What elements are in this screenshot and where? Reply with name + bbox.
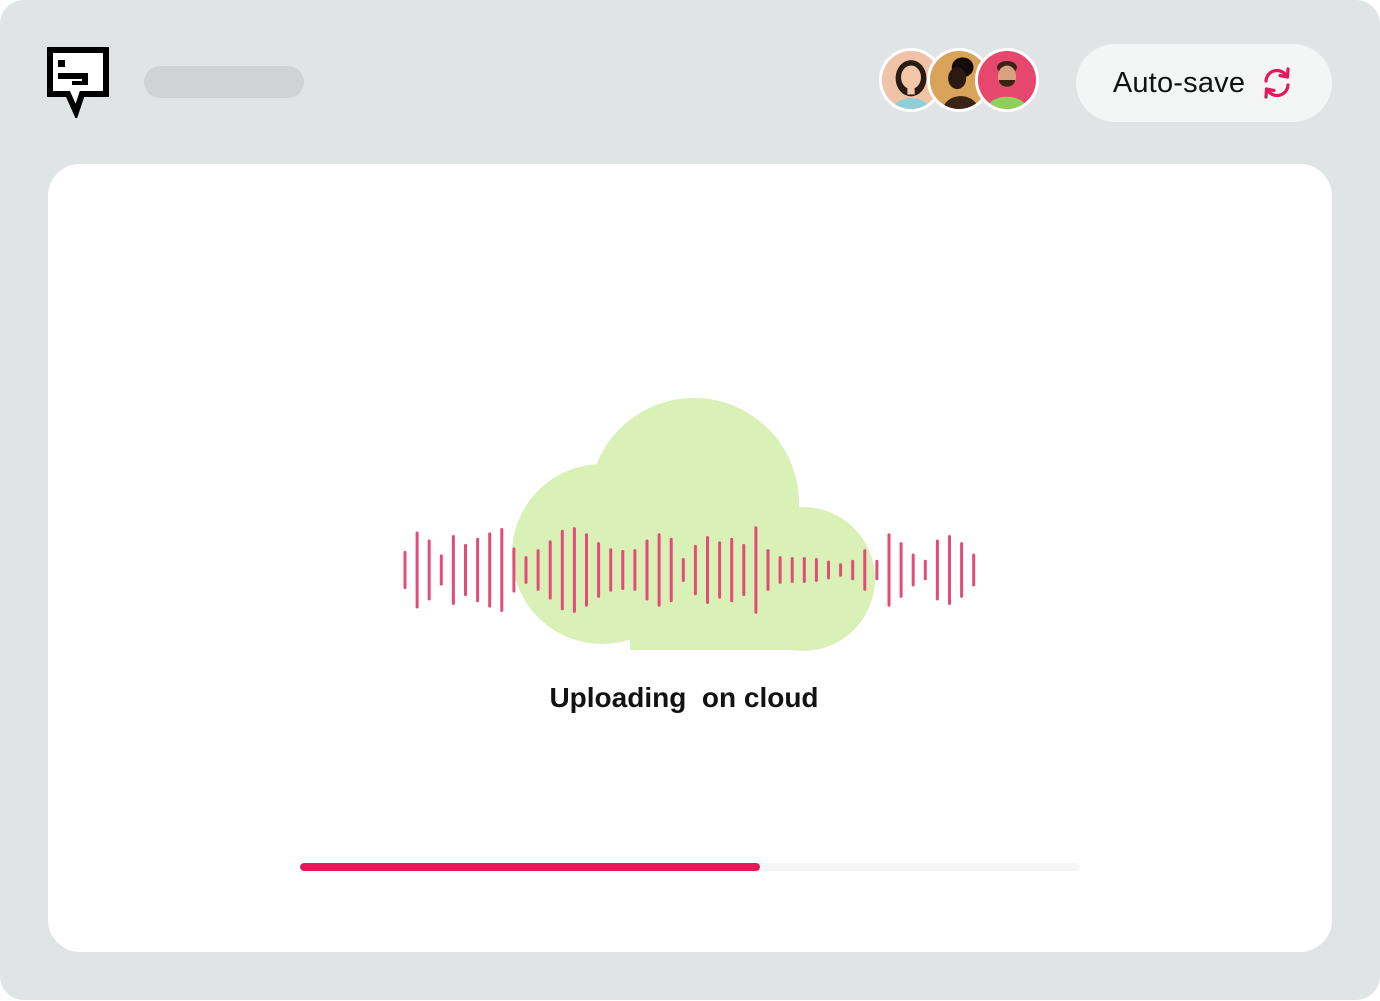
chat-bubble-logo-icon[interactable] <box>46 46 110 121</box>
upload-card: Uploading on cloud <box>48 164 1332 952</box>
upload-status-text: Uploading on cloud <box>549 682 819 713</box>
sync-icon <box>1264 67 1290 99</box>
document-title-placeholder <box>144 66 304 98</box>
collaborator-avatars <box>879 48 1049 116</box>
app-window: Auto-save Uploading on cloud <box>0 0 1380 1000</box>
avatar-3[interactable] <box>975 48 1039 112</box>
cloud-shape <box>512 398 875 651</box>
auto-save-label: Auto-save <box>1112 66 1246 99</box>
cloud-soundwave-icon <box>403 398 976 651</box>
auto-save-button[interactable]: Auto-save <box>1076 44 1332 122</box>
upload-progress-bar <box>300 863 1080 871</box>
upload-progress-fill <box>300 863 761 871</box>
